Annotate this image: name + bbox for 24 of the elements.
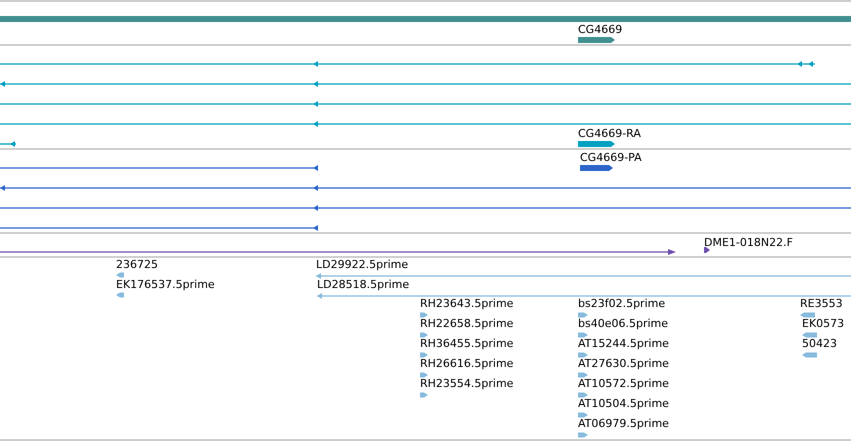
feature-label: AT10572.5prime bbox=[578, 377, 669, 390]
feature-label: RE3553 bbox=[800, 297, 843, 310]
feature-label: RH36455.5prime bbox=[420, 337, 514, 350]
feature-label: RH23554.5prime bbox=[420, 377, 514, 390]
feature-label: RH22658.5prime bbox=[420, 317, 514, 330]
feature-label: RH23643.5prime bbox=[420, 297, 514, 310]
feature-label: RH26616.5prime bbox=[420, 357, 514, 370]
feature-label: CG4669-RA bbox=[578, 127, 641, 140]
feature-label: AT06979.5prime bbox=[578, 417, 669, 430]
feature-label: EK176537.5prime bbox=[116, 278, 215, 291]
feature-label: bs23f02.5prime bbox=[578, 297, 666, 310]
feature-label: CG4669 bbox=[578, 23, 622, 36]
feature-label: DME1-018N22.F bbox=[704, 236, 793, 249]
feature-label: EK0573 bbox=[802, 317, 844, 330]
feature-label: 50423 bbox=[802, 337, 837, 350]
feature-label: AT10504.5prime bbox=[578, 397, 669, 410]
feature-label: LD28518.5prime bbox=[317, 278, 410, 291]
feature-label: 236725 bbox=[116, 258, 158, 271]
feature-label: LD29922.5prime bbox=[316, 258, 408, 271]
intron-line bbox=[0, 141, 16, 147]
feature-label: CG4669-PA bbox=[580, 151, 642, 164]
feature-label: bs40e06.5prime bbox=[578, 317, 668, 330]
feature-label: AT15244.5prime bbox=[578, 337, 669, 350]
feature-label: AT27630.5prime bbox=[578, 357, 669, 370]
